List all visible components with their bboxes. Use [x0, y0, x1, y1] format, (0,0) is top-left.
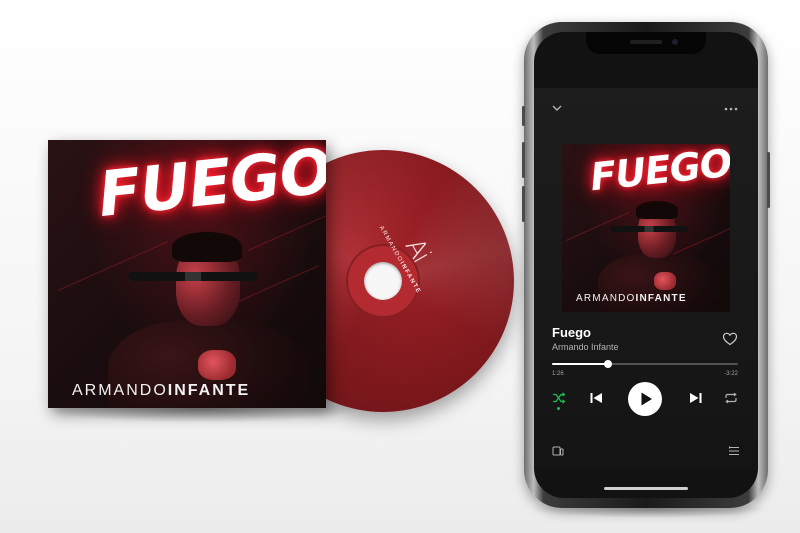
artist-first-name: ARMANDO: [576, 293, 636, 304]
shuffle-active-dot: [557, 407, 560, 410]
artist-last-name: INFANTE: [635, 293, 687, 304]
album-artist: ARMANDOINFANTE: [72, 382, 250, 400]
cd-sleeve-cover: FUEGO ARMANDOINFANTE: [48, 140, 326, 408]
more-icon[interactable]: [724, 102, 738, 114]
track-title: Fuego: [552, 325, 591, 340]
album-artwork: FUEGO ARMANDOINFANTE: [562, 144, 730, 312]
portrait-hair: [636, 201, 678, 219]
volume-up-button: [522, 142, 525, 178]
sunglasses: [610, 226, 688, 232]
queue-icon[interactable]: [728, 444, 740, 462]
chevron-down-icon[interactable]: [552, 102, 562, 114]
elapsed-time: 1:26: [552, 371, 564, 377]
remaining-time: -3:22: [724, 371, 738, 377]
disc-center-hole: [364, 262, 402, 300]
sunglasses: [128, 272, 258, 281]
portrait-hand: [654, 272, 676, 290]
portrait-hair: [172, 232, 242, 262]
phone-screen: FUEGO ARMANDOINFANTE Fuego Armando Infan…: [534, 32, 758, 498]
artwork-artist: ARMANDOINFANTE: [576, 293, 687, 304]
home-indicator: [604, 487, 688, 490]
artist-last-name: INFANTE: [167, 382, 251, 399]
track-artist[interactable]: Armando Infante: [552, 342, 619, 352]
phone-frame: FUEGO ARMANDOINFANTE Fuego Armando Infan…: [522, 22, 770, 508]
earpiece: [630, 40, 662, 44]
play-icon: [641, 392, 652, 406]
heart-icon[interactable]: [722, 331, 738, 347]
progress-handle[interactable]: [603, 360, 612, 368]
artist-first-name: ARMANDO: [72, 382, 168, 399]
now-playing-screen: FUEGO ARMANDOINFANTE Fuego Armando Infan…: [534, 88, 758, 470]
shuffle-icon[interactable]: [552, 391, 566, 410]
progress-bar[interactable]: [552, 360, 738, 368]
previous-icon[interactable]: [589, 391, 603, 410]
next-icon[interactable]: [689, 391, 703, 410]
mute-switch: [522, 106, 525, 126]
front-camera: [672, 39, 678, 45]
progress-fill: [552, 363, 608, 365]
portrait-hand: [198, 350, 236, 380]
repeat-icon[interactable]: [724, 391, 738, 410]
play-button[interactable]: [628, 382, 662, 416]
volume-down-button: [522, 186, 525, 222]
devices-icon[interactable]: [552, 444, 564, 462]
notch: [586, 32, 706, 54]
power-button: [767, 152, 770, 208]
